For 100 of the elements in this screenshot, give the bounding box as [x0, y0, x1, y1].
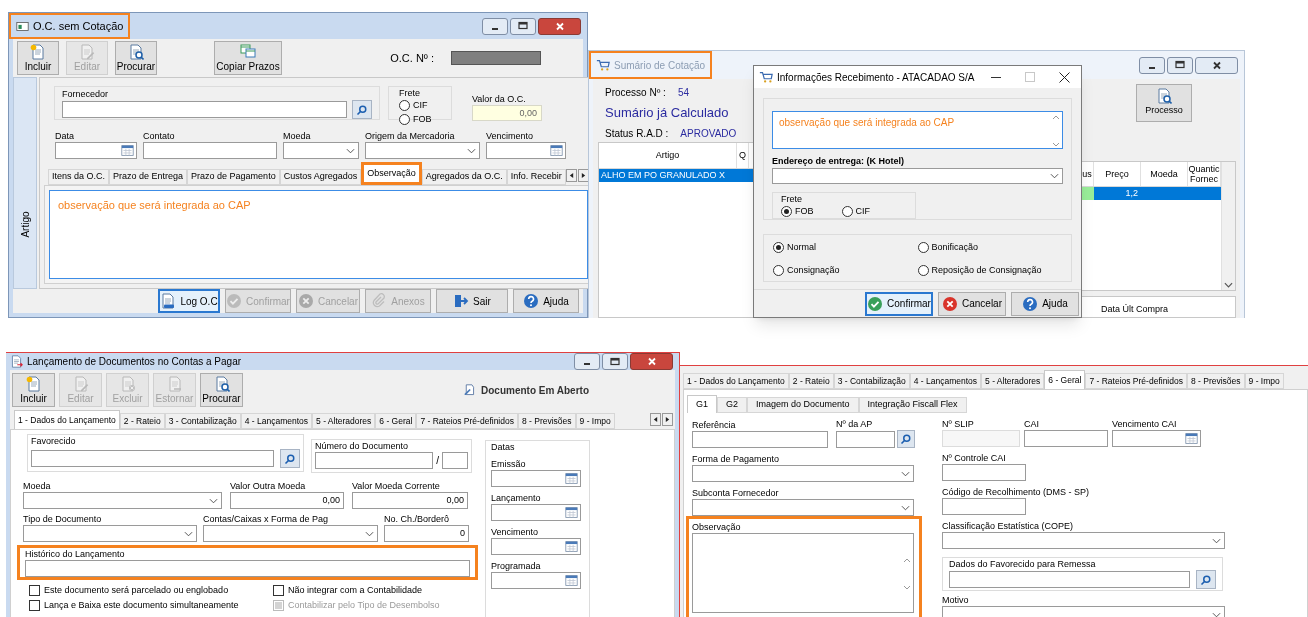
radio-button[interactable]	[841, 205, 853, 217]
dropdown-field[interactable]	[942, 532, 1225, 549]
close-button[interactable]	[538, 17, 581, 35]
text-field[interactable]	[25, 560, 470, 577]
tab[interactable]: 6 - Geral	[1044, 370, 1086, 389]
checkbox[interactable]	[29, 600, 40, 611]
tab[interactable]: Itens da O.C.	[48, 169, 110, 185]
scroll-right-button[interactable]	[577, 169, 589, 182]
text-field[interactable]	[315, 452, 434, 469]
tab[interactable]: Observação	[361, 162, 422, 185]
number-field[interactable]: 0,00	[352, 492, 468, 509]
tab[interactable]: 7 - Rateios Pré-definidos	[1085, 373, 1187, 389]
radio-button[interactable]	[781, 205, 792, 217]
maximize-button[interactable]	[510, 17, 536, 35]
tab[interactable]: 8 - Previsões	[517, 413, 576, 429]
button[interactable]: Log O.C	[158, 289, 220, 313]
copy-terms-button[interactable]: Copiar Prazos	[214, 41, 282, 75]
text-field[interactable]	[442, 452, 468, 469]
tab[interactable]: 2 - Rateio	[788, 373, 834, 389]
process-button[interactable]: Processo	[1136, 84, 1192, 122]
radio-button[interactable]	[399, 100, 410, 112]
tab[interactable]: 7 - Rateios Pré-definidos	[416, 413, 518, 429]
tab[interactable]: Info. Recebir	[506, 169, 566, 185]
maximize-button[interactable]	[1167, 56, 1193, 74]
minimize-button[interactable]	[574, 353, 600, 370]
tab[interactable]: Agregados da O.C.	[421, 169, 507, 185]
number-field[interactable]: 0,00	[230, 492, 344, 509]
date-field[interactable]	[491, 572, 581, 589]
search-button[interactable]	[280, 449, 300, 468]
radio-button[interactable]	[917, 264, 929, 276]
tab[interactable]: 3 - Contabilização	[164, 413, 241, 429]
tab[interactable]: 9 - Impo	[1244, 373, 1284, 389]
radio-button[interactable]	[917, 242, 929, 254]
maximize-button[interactable]	[602, 353, 628, 370]
toolbar-button[interactable]: Incluir	[17, 41, 59, 75]
text-field[interactable]	[949, 571, 1191, 588]
button[interactable]: Cancelar	[938, 291, 1006, 316]
date-field[interactable]	[491, 504, 581, 521]
dropdown-field[interactable]	[692, 465, 914, 482]
text-field[interactable]	[31, 450, 275, 467]
date-field[interactable]	[486, 142, 566, 159]
observation-field[interactable]	[692, 533, 914, 613]
dropdown-field[interactable]	[23, 492, 222, 509]
tab[interactable]: Imagem do Documento	[747, 397, 859, 413]
table-row[interactable]: 1,2	[1081, 187, 1221, 200]
close-button[interactable]	[630, 353, 673, 370]
search-button[interactable]	[897, 430, 915, 448]
button[interactable]: Confirmar	[865, 291, 933, 316]
text-field[interactable]	[692, 431, 828, 448]
tab[interactable]: 9 - Impo	[575, 413, 615, 429]
checkbox[interactable]	[273, 585, 284, 596]
radio-button[interactable]	[773, 242, 784, 254]
date-field[interactable]	[491, 538, 581, 555]
text-field[interactable]	[942, 498, 1026, 515]
text-field[interactable]	[942, 464, 1026, 481]
close-button[interactable]	[1195, 56, 1238, 74]
toolbar-button[interactable]: Procurar	[115, 41, 157, 75]
tab[interactable]: G2	[717, 397, 748, 413]
tab[interactable]: Prazo de Pagamento	[187, 169, 280, 185]
toolbar-button[interactable]: Procurar	[200, 373, 243, 407]
date-field[interactable]	[55, 142, 137, 159]
tab[interactable]: 2 - Rateio	[119, 413, 165, 429]
tab[interactable]: Prazo de Entrega	[109, 169, 188, 185]
dropdown-field[interactable]	[203, 525, 378, 542]
checkbox[interactable]	[29, 585, 40, 596]
dropdown-field[interactable]	[772, 167, 1063, 184]
tab[interactable]: 4 - Lançamentos	[240, 413, 313, 429]
scroll-right-button[interactable]	[662, 413, 673, 426]
text-field[interactable]	[62, 101, 348, 118]
radio-button[interactable]	[773, 264, 784, 276]
side-tab[interactable]: Artigo	[13, 77, 37, 289]
tab[interactable]: G1	[687, 395, 717, 413]
button[interactable]: Ajuda	[1011, 291, 1079, 316]
scroll-left-button[interactable]	[565, 169, 577, 182]
tab[interactable]: Integração Fiscall Flex	[858, 397, 967, 413]
date-field[interactable]	[1112, 430, 1201, 447]
tab[interactable]: Custos Agregados	[279, 169, 362, 185]
dropdown-field[interactable]	[283, 142, 359, 159]
date-field[interactable]	[491, 470, 581, 487]
tab[interactable]: 4 - Lançamentos	[909, 373, 982, 389]
toolbar-button[interactable]: Incluir	[12, 373, 55, 407]
tab[interactable]: 3 - Contabilização	[833, 373, 910, 389]
search-button[interactable]	[1196, 570, 1216, 589]
radio-button[interactable]	[399, 113, 410, 125]
dropdown-field[interactable]	[692, 499, 914, 516]
tab[interactable]: 8 - Previsões	[1186, 373, 1245, 389]
text-field[interactable]	[1024, 430, 1108, 447]
tab[interactable]: 5 - Alteradores	[312, 413, 376, 429]
minimize-button[interactable]	[482, 17, 508, 35]
number-field[interactable]: 0,00	[472, 105, 542, 121]
dropdown-field[interactable]	[365, 142, 480, 159]
tab[interactable]: 1 - Dados do Lançamento	[683, 373, 789, 389]
button[interactable]: Ajuda	[513, 289, 579, 313]
minimize-button[interactable]	[1139, 56, 1165, 74]
tab[interactable]: 1 - Dados do Lançamento	[14, 410, 120, 429]
text-field[interactable]	[143, 142, 277, 159]
tab[interactable]: 5 - Alteradores	[981, 373, 1045, 389]
search-button[interactable]	[352, 100, 372, 119]
button[interactable]: Sair	[436, 289, 508, 313]
scrollbar[interactable]	[1221, 162, 1235, 290]
